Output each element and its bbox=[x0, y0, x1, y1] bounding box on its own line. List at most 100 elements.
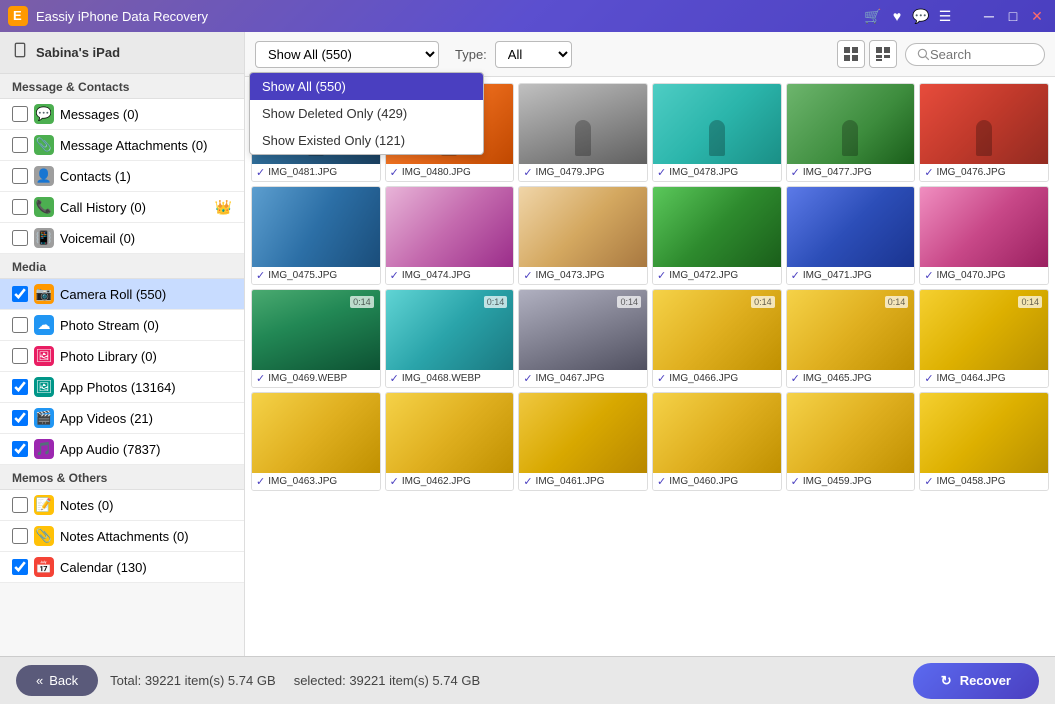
photo-filename: IMG_0473.JPG bbox=[536, 270, 605, 281]
photo-library-label: Photo Library (0) bbox=[60, 349, 157, 364]
menu-icon[interactable]: ☰ bbox=[935, 6, 955, 26]
minimize-button[interactable]: ─ bbox=[979, 6, 999, 26]
photo-item[interactable]: 0:14✓IMG_0465.JPG bbox=[786, 289, 916, 388]
photo-item[interactable]: ✓IMG_0461.JPG bbox=[518, 392, 648, 491]
sidebar-item-call-history[interactable]: 📞 Call History (0) 👑 bbox=[0, 192, 244, 223]
sidebar-item-app-videos[interactable]: 🎬 App Videos (21) bbox=[0, 403, 244, 434]
sidebar-item-app-audio[interactable]: 🎵 App Audio (7837) bbox=[0, 434, 244, 465]
sidebar-item-photo-library[interactable]: 🖼 Photo Library (0) bbox=[0, 341, 244, 372]
photo-item[interactable]: ✓IMG_0462.JPG bbox=[385, 392, 515, 491]
shopping-icon[interactable]: 🛒 bbox=[863, 6, 883, 26]
back-button[interactable]: « Back bbox=[16, 665, 98, 696]
photo-label: ✓IMG_0464.JPG bbox=[920, 370, 1048, 387]
photo-item[interactable]: ✓ IMG_0473.JPG bbox=[518, 186, 648, 285]
photo-filename: IMG_0469.WEBP bbox=[268, 373, 347, 384]
photo-item[interactable]: ✓IMG_0460.JPG bbox=[652, 392, 782, 491]
photo-item[interactable]: ✓IMG_0470.JPG bbox=[919, 186, 1049, 285]
type-dropdown[interactable]: All JPG PNG WEBP bbox=[495, 41, 572, 68]
app-audio-checkbox[interactable] bbox=[12, 441, 28, 457]
photo-check-icon: ✓ bbox=[390, 269, 399, 282]
photo-item[interactable]: ✓IMG_0463.JPG bbox=[251, 392, 381, 491]
voicemail-label: Voicemail (0) bbox=[60, 231, 135, 246]
dropdown-item-show-existed[interactable]: Show Existed Only (121) bbox=[250, 127, 483, 154]
photo-check-icon: ✓ bbox=[657, 475, 666, 488]
photo-check-icon: ✓ bbox=[657, 269, 666, 282]
messages-label: Messages (0) bbox=[60, 107, 139, 122]
sidebar-item-voicemail[interactable]: 📳 Voicemail (0) bbox=[0, 223, 244, 254]
sidebar-item-messages[interactable]: 💬 Messages (0) bbox=[0, 99, 244, 130]
search-box[interactable] bbox=[905, 43, 1045, 66]
photo-filename: IMG_0471.JPG bbox=[803, 270, 872, 281]
app-photos-label: App Photos (13164) bbox=[60, 380, 176, 395]
sidebar-item-calendar[interactable]: 📅 Calendar (130) bbox=[0, 552, 244, 583]
contacts-checkbox[interactable] bbox=[12, 168, 28, 184]
photo-stream-icon: ☁ bbox=[34, 315, 54, 335]
search-input[interactable] bbox=[930, 47, 1030, 62]
photo-item[interactable]: ✓IMG_0477.JPG bbox=[786, 83, 916, 182]
content-wrapper: Show All (550) Show Deleted Only (429) S… bbox=[245, 32, 1055, 656]
photo-library-checkbox[interactable] bbox=[12, 348, 28, 364]
camera-roll-checkbox[interactable] bbox=[12, 286, 28, 302]
messages-checkbox[interactable] bbox=[12, 106, 28, 122]
sidebar-item-app-photos[interactable]: 🖼 App Photos (13164) bbox=[0, 372, 244, 403]
call-history-icon: 📞 bbox=[34, 197, 54, 217]
notes-checkbox[interactable] bbox=[12, 497, 28, 513]
call-history-checkbox[interactable] bbox=[12, 199, 28, 215]
sidebar-item-photo-stream[interactable]: ☁ Photo Stream (0) bbox=[0, 310, 244, 341]
photo-check-icon: ✓ bbox=[924, 475, 933, 488]
photo-item[interactable]: 0:14✓IMG_0466.JPG bbox=[652, 289, 782, 388]
photo-item[interactable]: ✓IMG_0476.JPG bbox=[919, 83, 1049, 182]
photo-item[interactable]: 0:14✓IMG_0469.WEBP bbox=[251, 289, 381, 388]
photo-item[interactable]: ✓IMG_0471.JPG bbox=[786, 186, 916, 285]
sidebar-item-notes-attachments[interactable]: 📎 Notes Attachments (0) bbox=[0, 521, 244, 552]
list-view-button[interactable] bbox=[869, 40, 897, 68]
sidebar-item-contacts[interactable]: 👤 Contacts (1) bbox=[0, 161, 244, 192]
photo-filename: IMG_0480.JPG bbox=[402, 167, 471, 178]
photo-filename: IMG_0478.JPG bbox=[669, 167, 738, 178]
photo-check-icon: ✓ bbox=[523, 269, 532, 282]
close-button[interactable]: ✕ bbox=[1027, 6, 1047, 26]
device-header[interactable]: Sabina's iPad bbox=[0, 32, 244, 74]
photo-label: ✓IMG_0480.JPG bbox=[386, 164, 514, 181]
photo-filename: IMG_0462.JPG bbox=[402, 476, 471, 487]
app-videos-checkbox[interactable] bbox=[12, 410, 28, 426]
message-attachments-checkbox[interactable] bbox=[12, 137, 28, 153]
calendar-checkbox[interactable] bbox=[12, 559, 28, 575]
photo-item[interactable]: 0:14✓IMG_0467.JPG bbox=[518, 289, 648, 388]
photo-item[interactable]: ✓IMG_0479.JPG bbox=[518, 83, 648, 182]
notes-attachments-checkbox[interactable] bbox=[12, 528, 28, 544]
grid-view-button[interactable] bbox=[837, 40, 865, 68]
photo-label: ✓IMG_0470.JPG bbox=[920, 267, 1048, 284]
app-icon: E bbox=[8, 6, 28, 26]
section-media: Media bbox=[0, 254, 244, 279]
maximize-button[interactable]: □ bbox=[1003, 6, 1023, 26]
photo-filename: IMG_0470.JPG bbox=[937, 270, 1006, 281]
sidebar-item-notes[interactable]: 📝 Notes (0) bbox=[0, 490, 244, 521]
photo-item[interactable]: ✓IMG_0474.JPG bbox=[385, 186, 515, 285]
dropdown-item-show-all[interactable]: Show All (550) bbox=[250, 73, 483, 100]
speech-icon[interactable]: 💬 bbox=[911, 6, 931, 26]
photo-item[interactable]: 0:14✓IMG_0468.WEBP bbox=[385, 289, 515, 388]
photo-item[interactable]: ✓IMG_0458.JPG bbox=[919, 392, 1049, 491]
photo-item[interactable]: ✓IMG_0459.JPG bbox=[786, 392, 916, 491]
voicemail-checkbox[interactable] bbox=[12, 230, 28, 246]
photo-item[interactable]: ✓IMG_0475.JPG bbox=[251, 186, 381, 285]
dropdown-item-show-deleted[interactable]: Show Deleted Only (429) bbox=[250, 100, 483, 127]
sidebar-item-message-attachments[interactable]: 📎 Message Attachments (0) bbox=[0, 130, 244, 161]
show-dropdown[interactable]: Show All (550) Show Deleted Only (429) S… bbox=[255, 41, 439, 68]
search-icon bbox=[916, 47, 930, 61]
photo-item[interactable]: ✓IMG_0478.JPG bbox=[652, 83, 782, 182]
photo-label: ✓IMG_0479.JPG bbox=[519, 164, 647, 181]
photo-item[interactable]: 0:14✓IMG_0464.JPG bbox=[919, 289, 1049, 388]
sidebar-scroll: Sabina's iPad Message & Contacts 💬 Messa… bbox=[0, 32, 244, 656]
photo-check-icon: ✓ bbox=[523, 372, 532, 385]
app-photos-checkbox[interactable] bbox=[12, 379, 28, 395]
app-photos-icon: 🖼 bbox=[34, 377, 54, 397]
message-attachments-icon: 📎 bbox=[34, 135, 54, 155]
photo-item[interactable]: ✓IMG_0472.JPG bbox=[652, 186, 782, 285]
recover-button[interactable]: ↻ Recover bbox=[913, 663, 1039, 699]
photo-stream-checkbox[interactable] bbox=[12, 317, 28, 333]
heart-icon[interactable]: ♥ bbox=[887, 6, 907, 26]
sidebar-item-camera-roll[interactable]: 📷 Camera Roll (550) bbox=[0, 279, 244, 310]
photo-filename: IMG_0479.JPG bbox=[536, 167, 605, 178]
